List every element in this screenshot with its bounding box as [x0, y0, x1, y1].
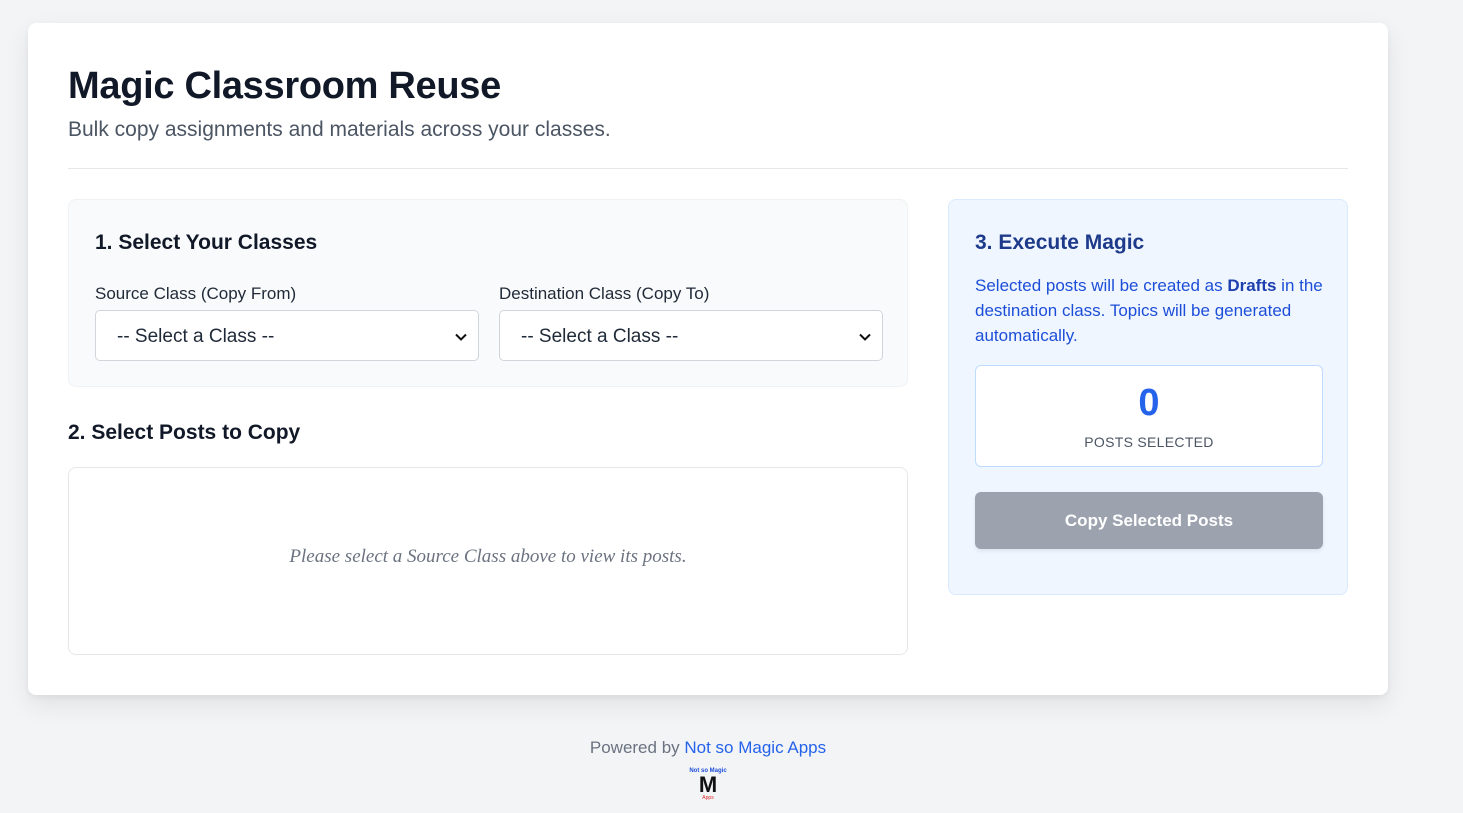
main-card: Magic Classroom Reuse Bulk copy assignme…	[28, 23, 1388, 695]
source-class-value: -- Select a Class --	[117, 326, 275, 347]
posts-list: Please select a Source Class above to vi…	[68, 467, 908, 655]
page-subtitle: Bulk copy assignments and materials acro…	[68, 118, 611, 141]
step1-title: 1. Select Your Classes	[95, 231, 318, 254]
posts-empty-message: Please select a Source Class above to vi…	[289, 546, 687, 567]
footer-prefix: Powered by	[589, 738, 685, 757]
destination-class-value: -- Select a Class --	[521, 326, 679, 347]
page-title: Magic Classroom Reuse	[68, 65, 501, 107]
header-divider	[68, 168, 1348, 169]
footer: Powered by Not so Magic Apps	[0, 738, 1416, 758]
destination-class-select[interactable]: -- Select a Class --	[499, 310, 883, 361]
source-class-select[interactable]: -- Select a Class --	[95, 310, 479, 361]
execute-description: Selected posts will be created as Drafts…	[975, 273, 1325, 348]
step2-title: 2. Select Posts to Copy	[68, 421, 301, 444]
chevron-down-icon	[858, 311, 872, 362]
select-classes-panel: 1. Select Your Classes Source Class (Cop…	[68, 199, 908, 387]
posts-selected-count: 0	[1138, 382, 1160, 424]
posts-selected-label: POSTS SELECTED	[1084, 434, 1214, 450]
destination-class-label: Destination Class (Copy To)	[499, 284, 710, 303]
brand-logo: Not so Magic M Apps	[688, 768, 728, 802]
logo-bottom-text: Apps	[702, 795, 714, 801]
step3-title: 3. Execute Magic	[975, 231, 1145, 254]
execute-panel: 3. Execute Magic Selected posts will be …	[948, 199, 1348, 595]
drafts-emphasis: Drafts	[1227, 276, 1277, 295]
chevron-down-icon	[454, 311, 468, 362]
execute-description-text: Selected posts will be created as	[975, 276, 1228, 295]
source-class-label: Source Class (Copy From)	[95, 284, 297, 303]
posts-selected-counter: 0 POSTS SELECTED	[975, 365, 1323, 467]
copy-selected-posts-button[interactable]: Copy Selected Posts	[975, 492, 1323, 549]
footer-brand-link[interactable]: Not so Magic Apps	[684, 738, 826, 757]
logo-letter: M	[698, 772, 718, 797]
